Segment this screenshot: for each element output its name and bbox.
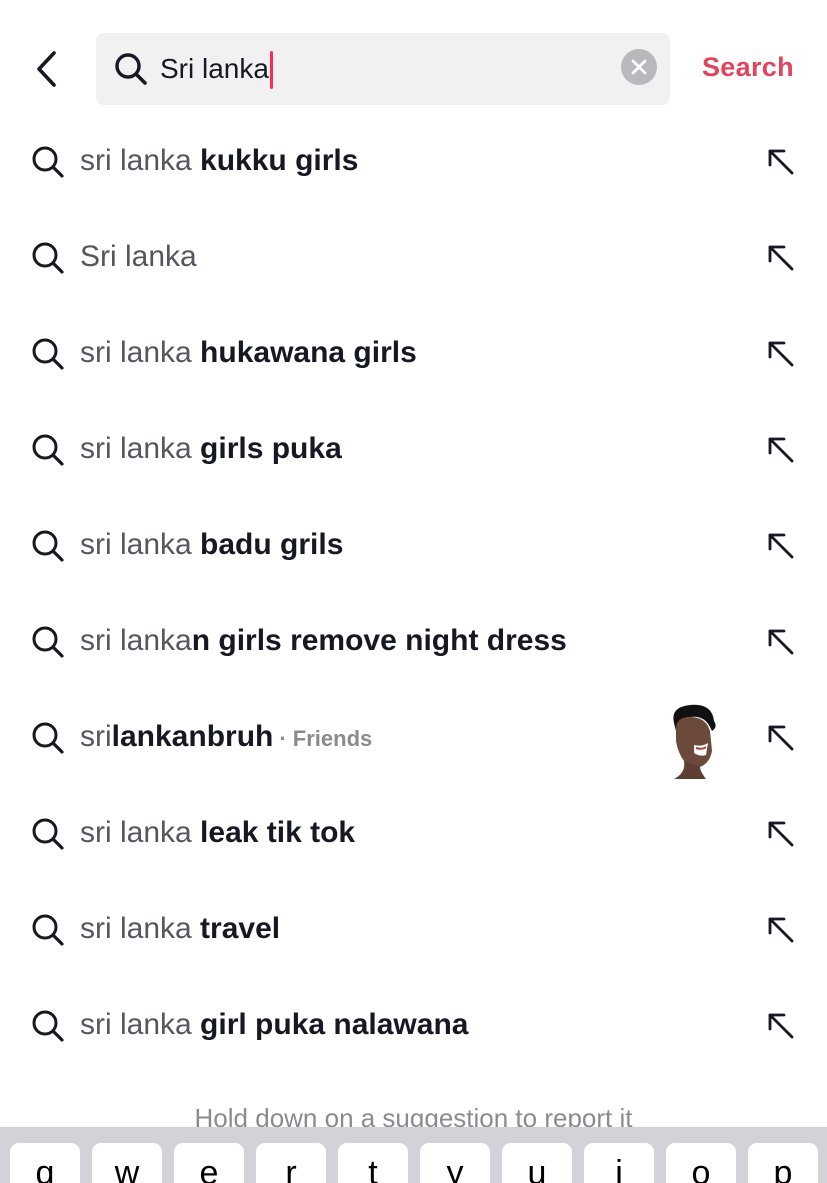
key-u[interactable]: u — [502, 1143, 572, 1183]
search-icon — [32, 530, 64, 562]
fill-query-arrow-icon[interactable] — [762, 815, 798, 851]
search-icon — [32, 818, 64, 850]
suggestion-item[interactable]: sri lanka badu grils — [0, 497, 827, 593]
key-r[interactable]: r — [256, 1143, 326, 1183]
key-q[interactable]: q — [10, 1143, 80, 1183]
clear-x-icon — [631, 59, 647, 75]
search-icon — [115, 53, 147, 85]
suggestion-label: sri lanka girl puka nalawana — [80, 1006, 468, 1044]
suggestion-label: sri lanka travel — [80, 910, 280, 948]
suggestion-prefix: sri lanka — [80, 336, 201, 369]
suggestion-prefix: sri lanka — [80, 816, 201, 849]
keyboard: qwertyuiop — [0, 1127, 827, 1183]
text-caret — [270, 51, 273, 89]
fill-query-arrow-icon[interactable] — [762, 335, 798, 371]
suggestion-prefix: sri lanka — [80, 528, 201, 561]
suggestion-prefix: sri lanka — [80, 1008, 201, 1041]
suggestion-label: srilankanbruh · Friends — [80, 718, 372, 758]
suggestion-completion: kukku girls — [200, 144, 359, 177]
search-button[interactable]: Search — [702, 52, 794, 83]
fill-query-arrow-icon[interactable] — [762, 719, 798, 755]
suggestion-item[interactable]: srilankanbruh · Friends — [0, 689, 827, 785]
fill-query-arrow-icon[interactable] — [762, 1007, 798, 1043]
suggestion-completion: leak tik tok — [200, 816, 356, 849]
suggestion-completion: travel — [200, 912, 281, 945]
search-icon — [32, 626, 64, 658]
suggestion-completion: girl puka nalawana — [200, 1008, 469, 1041]
suggestion-item[interactable]: sri lanka kukku girls — [0, 113, 827, 209]
suggestion-completion: girls puka — [200, 432, 342, 465]
suggestion-label: sri lanka girls puka — [80, 430, 342, 468]
fill-query-arrow-icon[interactable] — [762, 623, 798, 659]
suggestion-item[interactable]: sri lanka travel — [0, 881, 827, 977]
fill-query-arrow-icon[interactable] — [762, 431, 798, 467]
suggestion-item[interactable]: Sri lanka — [0, 209, 827, 305]
suggestion-list: sri lanka kukku girls Sri lanka sri lank… — [0, 113, 827, 1073]
key-o[interactable]: o — [666, 1143, 736, 1183]
search-input[interactable] — [160, 47, 600, 91]
suggestion-label: sri lanka hukawana girls — [80, 334, 417, 372]
suggestion-prefix: sri lanka — [80, 144, 201, 177]
chevron-left-icon — [37, 51, 56, 87]
suggestion-completion: n girls remove night dress — [191, 624, 567, 657]
search-icon — [32, 242, 64, 274]
clear-search-button[interactable] — [621, 49, 657, 85]
fill-query-arrow-icon[interactable] — [762, 239, 798, 275]
suggestion-label: sri lanka badu grils — [80, 526, 343, 564]
suggestion-completion: lankanbruh — [111, 720, 274, 753]
key-y[interactable]: y — [420, 1143, 490, 1183]
suggestion-label: sri lanka kukku girls — [80, 142, 358, 180]
key-p[interactable]: p — [748, 1143, 818, 1183]
search-icon — [32, 914, 64, 946]
search-icon — [32, 434, 64, 466]
fill-query-arrow-icon[interactable] — [762, 911, 798, 947]
suggestion-tag: · Friends — [279, 726, 373, 751]
suggestion-item[interactable]: sri lanka girl puka nalawana — [0, 977, 827, 1073]
suggestion-item[interactable]: sri lanka girls puka — [0, 401, 827, 497]
suggestion-prefix: Sri lanka — [80, 240, 197, 273]
search-header: Search — [0, 0, 827, 120]
suggestion-prefix: sri lanka — [80, 624, 192, 657]
key-w[interactable]: w — [92, 1143, 162, 1183]
suggestion-prefix: sri — [80, 720, 112, 753]
suggestion-item[interactable]: sri lanka leak tik tok — [0, 785, 827, 881]
search-icon — [32, 146, 64, 178]
avatar — [673, 704, 716, 779]
search-icon — [32, 1010, 64, 1042]
suggestion-item[interactable]: sri lankan girls remove night dress — [0, 593, 827, 689]
search-icon — [32, 722, 64, 754]
key-t[interactable]: t — [338, 1143, 408, 1183]
fill-query-arrow-icon[interactable] — [762, 143, 798, 179]
suggestion-label: sri lanka leak tik tok — [80, 814, 355, 852]
suggestion-label: sri lankan girls remove night dress — [80, 622, 567, 660]
suggestion-prefix: sri lanka — [80, 912, 201, 945]
key-e[interactable]: e — [174, 1143, 244, 1183]
fill-query-arrow-icon[interactable] — [762, 527, 798, 563]
key-i[interactable]: i — [584, 1143, 654, 1183]
suggestion-label: Sri lanka — [80, 238, 197, 276]
suggestion-completion: hukawana girls — [200, 336, 417, 369]
search-icon — [32, 338, 64, 370]
back-button[interactable] — [22, 44, 72, 94]
search-box[interactable] — [96, 33, 670, 105]
suggestion-completion: badu grils — [200, 528, 344, 561]
suggestion-prefix: sri lanka — [80, 432, 201, 465]
suggestion-item[interactable]: sri lanka hukawana girls — [0, 305, 827, 401]
